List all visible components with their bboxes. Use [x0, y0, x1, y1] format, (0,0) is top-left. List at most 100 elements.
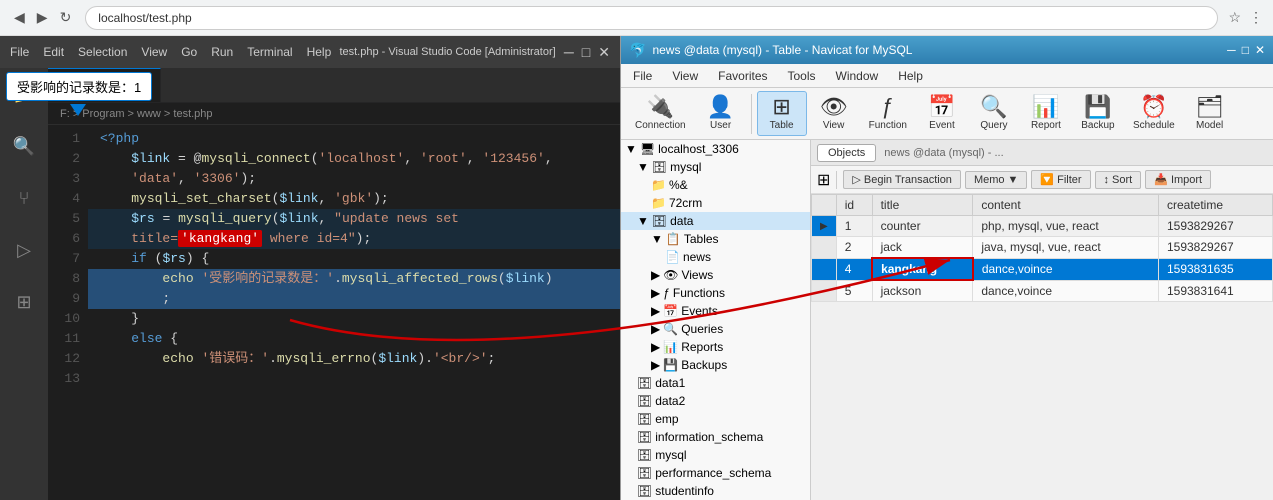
cell-title-highlighted[interactable]: kangkang: [872, 258, 973, 280]
objects-tab[interactable]: Objects: [817, 144, 876, 162]
tree-item-performance-schema[interactable]: 🗄 performance_schema: [621, 464, 810, 482]
table-row[interactable]: 2 jack java, mysql, vue, react 159382926…: [812, 237, 1273, 259]
import-button[interactable]: 📥 Import: [1145, 170, 1211, 189]
nav-menu-view[interactable]: View: [664, 67, 706, 85]
cell-id[interactable]: 4: [836, 258, 872, 280]
tree-item-data1[interactable]: 🗄 data1: [621, 374, 810, 392]
tree-item-percent[interactable]: 📁 %&: [621, 176, 810, 194]
cell-id[interactable]: 1: [836, 216, 872, 237]
tree-item-72crm[interactable]: 📁 72crm: [621, 194, 810, 212]
menu-selection[interactable]: Selection: [78, 45, 127, 59]
nav-menu-window[interactable]: Window: [828, 67, 887, 85]
maximize-button[interactable]: □: [582, 44, 590, 61]
nav-menu-help[interactable]: Help: [890, 67, 931, 85]
menu-edit[interactable]: Edit: [43, 45, 64, 59]
table-row[interactable]: ▶ 1 counter php, mysql, vue, react 15938…: [812, 216, 1273, 237]
tree-item-functions[interactable]: ▶ ƒ Functions: [621, 284, 810, 302]
view-button[interactable]: 👁 View: [809, 92, 859, 135]
menu-terminal[interactable]: Terminal: [247, 45, 292, 59]
model-button[interactable]: 🗂 Model: [1185, 92, 1235, 135]
tree-item-information-schema[interactable]: 🗄 information_schema: [621, 428, 810, 446]
menu-icon[interactable]: ⋮: [1249, 9, 1263, 26]
tree-item-tables[interactable]: ▼ 📋 Tables: [621, 230, 810, 248]
menu-file[interactable]: File: [10, 45, 29, 59]
cell-createtime[interactable]: 1593831635: [1158, 258, 1272, 280]
cell-createtime[interactable]: 1593831641: [1158, 280, 1272, 302]
table-row[interactable]: 5 jackson dance,voince 1593831641: [812, 280, 1273, 302]
navicat-close[interactable]: ✕: [1255, 43, 1265, 57]
sort-button[interactable]: ↕ Sort: [1095, 171, 1142, 189]
tree-item-mysql2[interactable]: 🗄 mysql: [621, 446, 810, 464]
tree-item-studentinfo[interactable]: 🗄 studentinfo: [621, 482, 810, 500]
col-content[interactable]: content: [973, 195, 1159, 216]
event-button[interactable]: 📅 Event: [917, 92, 967, 135]
tree-item-queries[interactable]: ▶ 🔍 Queries: [621, 320, 810, 338]
navicat-maximize[interactable]: □: [1242, 43, 1249, 57]
navicat-minimize[interactable]: ─: [1227, 43, 1236, 57]
forward-button[interactable]: ▶: [33, 7, 52, 28]
extensions-icon[interactable]: ⊞: [6, 284, 42, 320]
cell-createtime[interactable]: 1593829267: [1158, 216, 1272, 237]
nav-menu-tools[interactable]: Tools: [780, 67, 824, 85]
cell-title[interactable]: jack: [872, 237, 973, 259]
code-content[interactable]: <?php $link = @mysqli_connect('localhost…: [88, 125, 620, 500]
cell-title[interactable]: counter: [872, 216, 973, 237]
tree-label: Functions: [673, 286, 725, 300]
search-icon[interactable]: 🔍: [6, 128, 42, 164]
report-button[interactable]: 📊 Report: [1021, 92, 1071, 135]
db-icon: 🗄: [637, 412, 652, 426]
tree-item-data2[interactable]: 🗄 data2: [621, 392, 810, 410]
begin-transaction-button[interactable]: ▷ Begin Transaction: [843, 170, 961, 189]
tree-item-data[interactable]: ▼ 🗄 data: [621, 212, 810, 230]
connection-button[interactable]: 🔌 Connection: [627, 92, 694, 135]
tree-item-mysql[interactable]: ▼ 🗄 mysql: [621, 158, 810, 176]
git-icon[interactable]: ⑂: [6, 180, 42, 216]
tree-item-news[interactable]: 📄 news: [621, 248, 810, 266]
cell-createtime[interactable]: 1593829267: [1158, 237, 1272, 259]
queries-icon: 🔍: [663, 322, 678, 336]
cell-content[interactable]: php, mysql, vue, react: [973, 216, 1159, 237]
code-area[interactable]: 12345 678910 111213 <?php $link = @mysql…: [48, 125, 620, 500]
tree-item-views[interactable]: ▶ 👁 Views: [621, 266, 810, 284]
menu-view[interactable]: View: [141, 45, 167, 59]
cell-content[interactable]: dance,voince: [973, 280, 1159, 302]
address-bar[interactable]: localhost/test.php: [85, 6, 1218, 30]
memo-button[interactable]: Memo ▼: [965, 171, 1027, 189]
col-id[interactable]: id: [836, 195, 872, 216]
star-icon[interactable]: ☆: [1228, 9, 1241, 26]
toolbar-separator-1: [751, 94, 752, 134]
sort-label: Sort: [1112, 174, 1132, 186]
debug-icon[interactable]: ▷: [6, 232, 42, 268]
table-button[interactable]: ⊞ Table: [757, 91, 807, 136]
col-title[interactable]: title: [872, 195, 973, 216]
cell-id[interactable]: 2: [836, 237, 872, 259]
tree-item-events[interactable]: ▶ 📅 Events: [621, 302, 810, 320]
tree-item-localhost[interactable]: ▼ 🖥 localhost_3306: [621, 140, 810, 158]
menu-help[interactable]: Help: [307, 45, 332, 59]
vscode-window-controls: ─ □ ✕: [564, 44, 610, 61]
code-line-11: }: [88, 309, 620, 329]
refresh-button[interactable]: ↻: [56, 7, 76, 28]
query-button[interactable]: 🔍 Query: [969, 92, 1019, 135]
menu-run[interactable]: Run: [211, 45, 233, 59]
table-row-selected[interactable]: 4 kangkang dance,voince 1593831635: [812, 258, 1273, 280]
menu-go[interactable]: Go: [181, 45, 197, 59]
user-button[interactable]: 👤 User: [696, 92, 746, 135]
close-button[interactable]: ✕: [598, 44, 610, 61]
col-createtime[interactable]: createtime: [1158, 195, 1272, 216]
back-button[interactable]: ◀: [10, 7, 29, 28]
cell-content[interactable]: dance,voince: [973, 258, 1159, 280]
backup-button[interactable]: 💾 Backup: [1073, 92, 1123, 135]
cell-title[interactable]: jackson: [872, 280, 973, 302]
cell-content[interactable]: java, mysql, vue, react: [973, 237, 1159, 259]
filter-button[interactable]: 🔽 Filter: [1031, 170, 1090, 189]
nav-menu-file[interactable]: File: [625, 67, 660, 85]
function-button[interactable]: ƒ Function: [861, 92, 915, 135]
tree-item-emp[interactable]: 🗄 emp: [621, 410, 810, 428]
tree-item-backups[interactable]: ▶ 💾 Backups: [621, 356, 810, 374]
nav-menu-favorites[interactable]: Favorites: [710, 67, 775, 85]
tree-item-reports[interactable]: ▶ 📊 Reports: [621, 338, 810, 356]
minimize-button[interactable]: ─: [564, 44, 574, 61]
schedule-button[interactable]: ⏰ Schedule: [1125, 92, 1183, 135]
cell-id[interactable]: 5: [836, 280, 872, 302]
